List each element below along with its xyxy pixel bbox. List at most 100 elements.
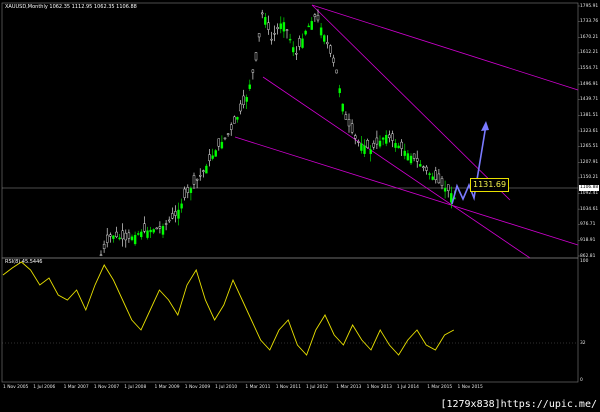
candle-body	[127, 232, 131, 239]
candle-body	[143, 223, 146, 232]
time-axis-label: 1 Jul 2008	[124, 385, 147, 390]
candle-body	[155, 227, 159, 230]
candle-body	[276, 27, 279, 30]
candle-body	[304, 30, 307, 35]
candle-body	[378, 140, 382, 147]
candle-body	[226, 133, 230, 135]
price-axis-label: 1612.21	[580, 50, 599, 56]
price-chart[interactable]	[0, 0, 600, 412]
price-axis-label: 976.71	[580, 222, 596, 228]
time-axis-label: 1 Mar 2015	[427, 385, 453, 390]
candle-body	[366, 140, 369, 148]
price-axis-label: 1207.91	[580, 159, 599, 165]
time-axis-label: 1 Jul 2006	[33, 385, 56, 390]
channel-mid-line-b[interactable]	[262, 76, 531, 259]
candle-body	[239, 103, 242, 112]
candle-body	[202, 170, 205, 172]
price-axis-label: 1323.61	[580, 128, 599, 134]
candle-body	[109, 234, 112, 237]
candle-body	[285, 29, 289, 31]
candle-body	[205, 165, 208, 174]
candle-body	[357, 141, 360, 143]
candle-body	[419, 164, 422, 167]
candle-body	[112, 235, 115, 239]
candle-body	[158, 226, 162, 229]
candle-body	[264, 17, 267, 25]
candle-body	[332, 57, 335, 63]
price-axis-label: 1554.71	[580, 66, 599, 71]
time-axis-label: 1 Mar 2009	[154, 385, 180, 390]
image-size-watermark: [1279x838]https://upic.me/	[437, 398, 600, 412]
time-axis-label: 1 Mar 2011	[245, 385, 271, 390]
candle-body	[447, 184, 450, 191]
candle-body	[99, 254, 103, 257]
candle-body	[335, 69, 338, 74]
candle-body	[161, 226, 165, 235]
candle-body	[288, 38, 292, 41]
time-axis-label: 1 Nov 2015	[457, 385, 483, 390]
candle-body	[434, 170, 437, 181]
candle-body	[136, 233, 140, 235]
candle-body	[319, 27, 323, 36]
candle-body	[195, 178, 199, 181]
candle-body	[220, 141, 224, 149]
time-axis-label: 1 Jul 2010	[215, 385, 238, 390]
candle-body	[245, 96, 248, 102]
chart-window[interactable]: XAUUSD,Monthly 1062.35 1112.95 1062.35 1…	[0, 0, 600, 412]
price-axis-label: 1092.41	[580, 191, 599, 196]
candle-body	[338, 88, 341, 94]
candle-body	[397, 145, 400, 149]
candle-body	[146, 230, 149, 238]
candle-body	[425, 166, 428, 171]
candle-body	[105, 234, 109, 243]
channel-lines[interactable]	[234, 4, 579, 259]
candle-body	[298, 38, 301, 47]
price-axis-label: 918.91	[580, 237, 596, 243]
candle-body	[329, 45, 332, 54]
candle-body	[388, 134, 391, 139]
candle-body	[372, 142, 375, 148]
candlesticks	[99, 9, 456, 257]
candle-body	[248, 84, 252, 89]
candle-body	[217, 138, 221, 147]
time-axis-label: 1 Nov 2013	[366, 385, 392, 390]
candle-body	[152, 229, 155, 233]
candle-body	[177, 209, 180, 219]
price-axis-label: 1496.91	[580, 81, 599, 87]
candle-body	[267, 22, 270, 30]
candle-body	[121, 230, 124, 240]
candle-body	[354, 135, 357, 139]
candle-body	[282, 22, 286, 32]
candle-body	[254, 52, 258, 61]
candle-body	[174, 211, 177, 216]
candle-body	[360, 143, 363, 151]
candle-body	[257, 33, 261, 38]
candle-body	[273, 33, 276, 35]
candle-body	[400, 141, 403, 149]
candle-body	[115, 231, 118, 238]
candle-body	[279, 23, 282, 30]
candle-body	[140, 231, 143, 238]
candle-body	[251, 69, 255, 73]
candle-body	[403, 150, 406, 156]
candle-body	[412, 153, 416, 159]
price-axis-label: 1733.76	[580, 19, 599, 25]
channel-upper-line[interactable]	[311, 4, 579, 91]
candle-body	[385, 134, 388, 144]
channel-lower-line[interactable]	[234, 136, 579, 246]
symbol-header: XAUUSD,Monthly 1062.35 1112.95 1062.35 1…	[5, 4, 137, 10]
rsi-axis-label: 100	[580, 258, 589, 264]
candle-body	[313, 14, 317, 17]
candle-body	[406, 153, 410, 161]
candle-body	[102, 243, 106, 249]
price-axis-label: 1381.51	[580, 112, 599, 118]
time-axis-label: 1 Mar 2013	[336, 385, 362, 390]
time-axis-label: 1 Jul 2012	[306, 385, 329, 390]
candle-body	[323, 35, 326, 42]
candle-body	[164, 223, 168, 225]
candle-body	[450, 193, 453, 203]
candle-body	[437, 173, 441, 184]
target-price-tag[interactable]: 1131.69	[470, 178, 510, 192]
candle-body	[208, 154, 211, 162]
rsi-pane-border	[1, 257, 579, 383]
